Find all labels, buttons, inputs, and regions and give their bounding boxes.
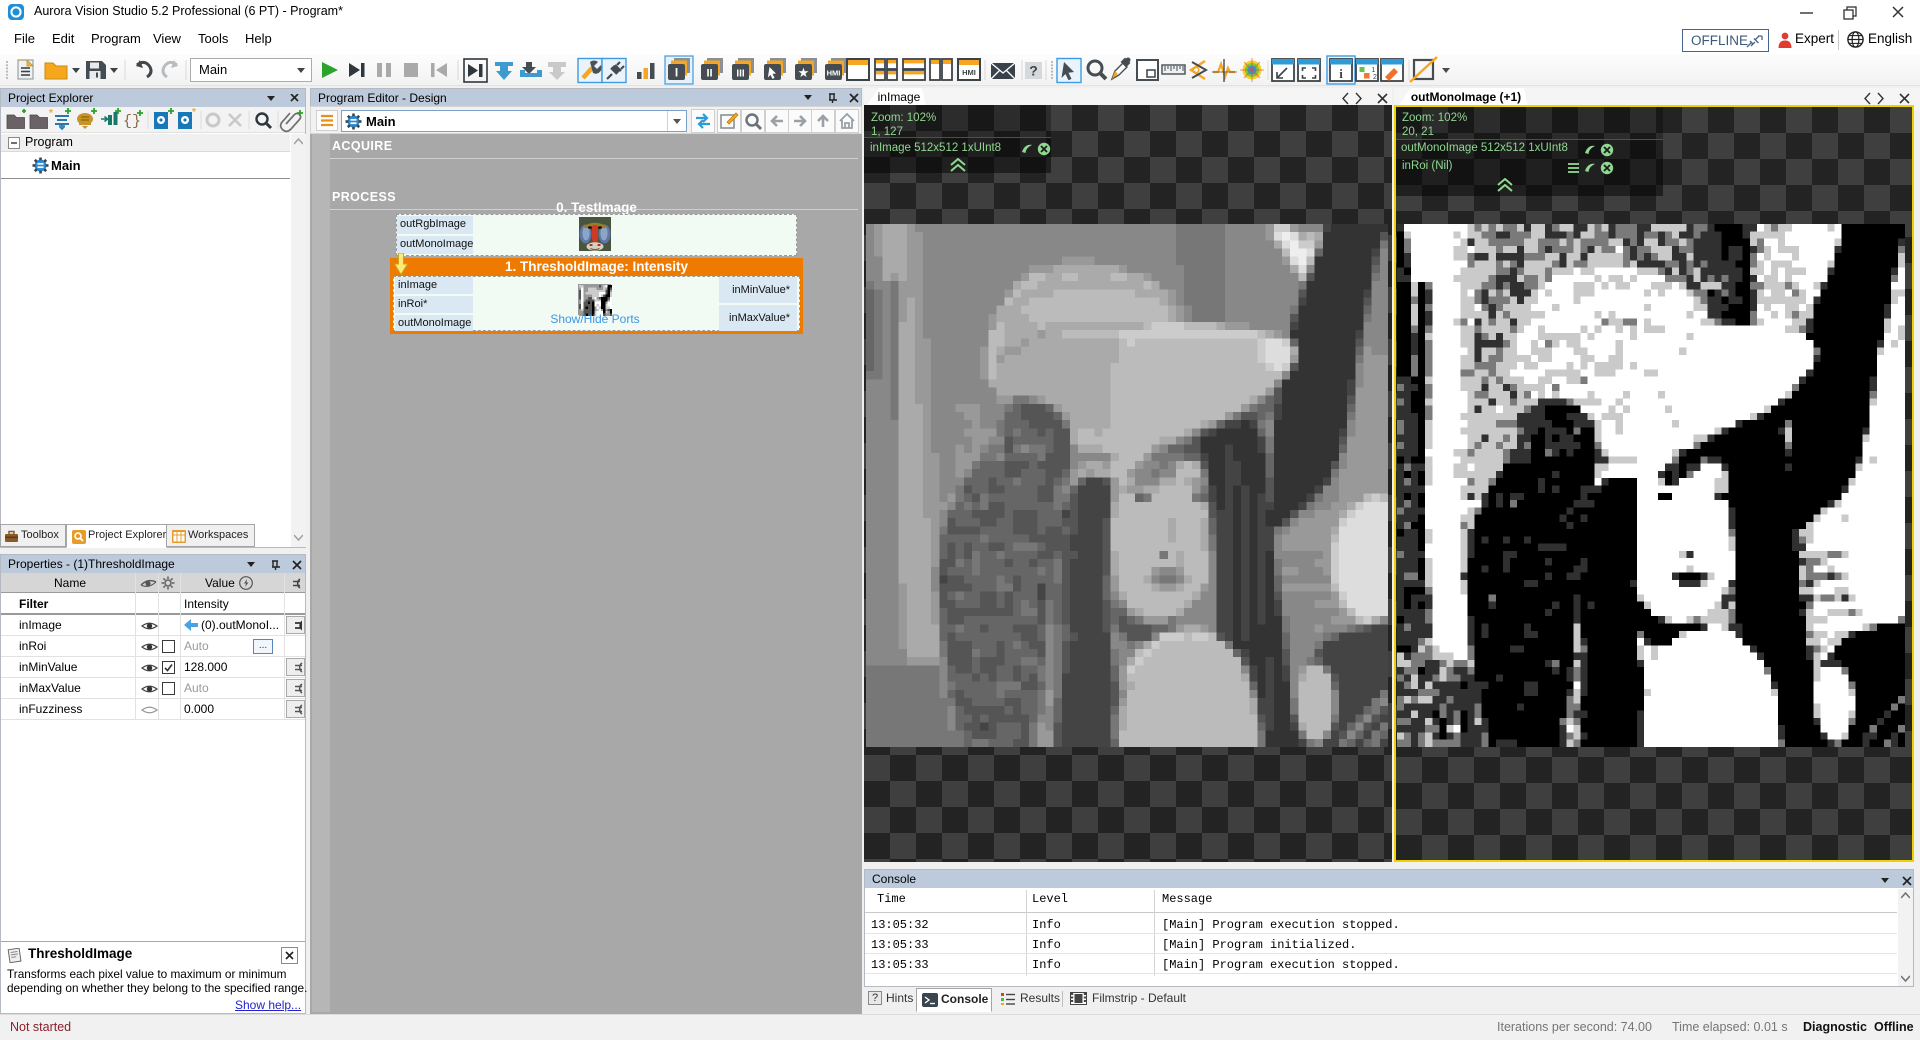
svg-text:i: i: [1339, 66, 1343, 81]
svg-text:HMI: HMI: [827, 69, 841, 78]
svg-text:*: *: [192, 107, 196, 118]
svg-text:III: III: [736, 69, 745, 80]
svg-text:II: II: [706, 68, 712, 80]
svg-text:1: 1: [1372, 67, 1376, 74]
svg-text:{}: {}: [123, 113, 141, 130]
svg-text:HMI: HMI: [962, 68, 976, 77]
svg-text:*: *: [49, 108, 53, 119]
svg-text:I: I: [675, 66, 678, 80]
svg-text:?: ?: [1029, 63, 1038, 79]
svg-text:★: ★: [798, 65, 810, 80]
svg-text:2: 2: [1373, 74, 1377, 81]
